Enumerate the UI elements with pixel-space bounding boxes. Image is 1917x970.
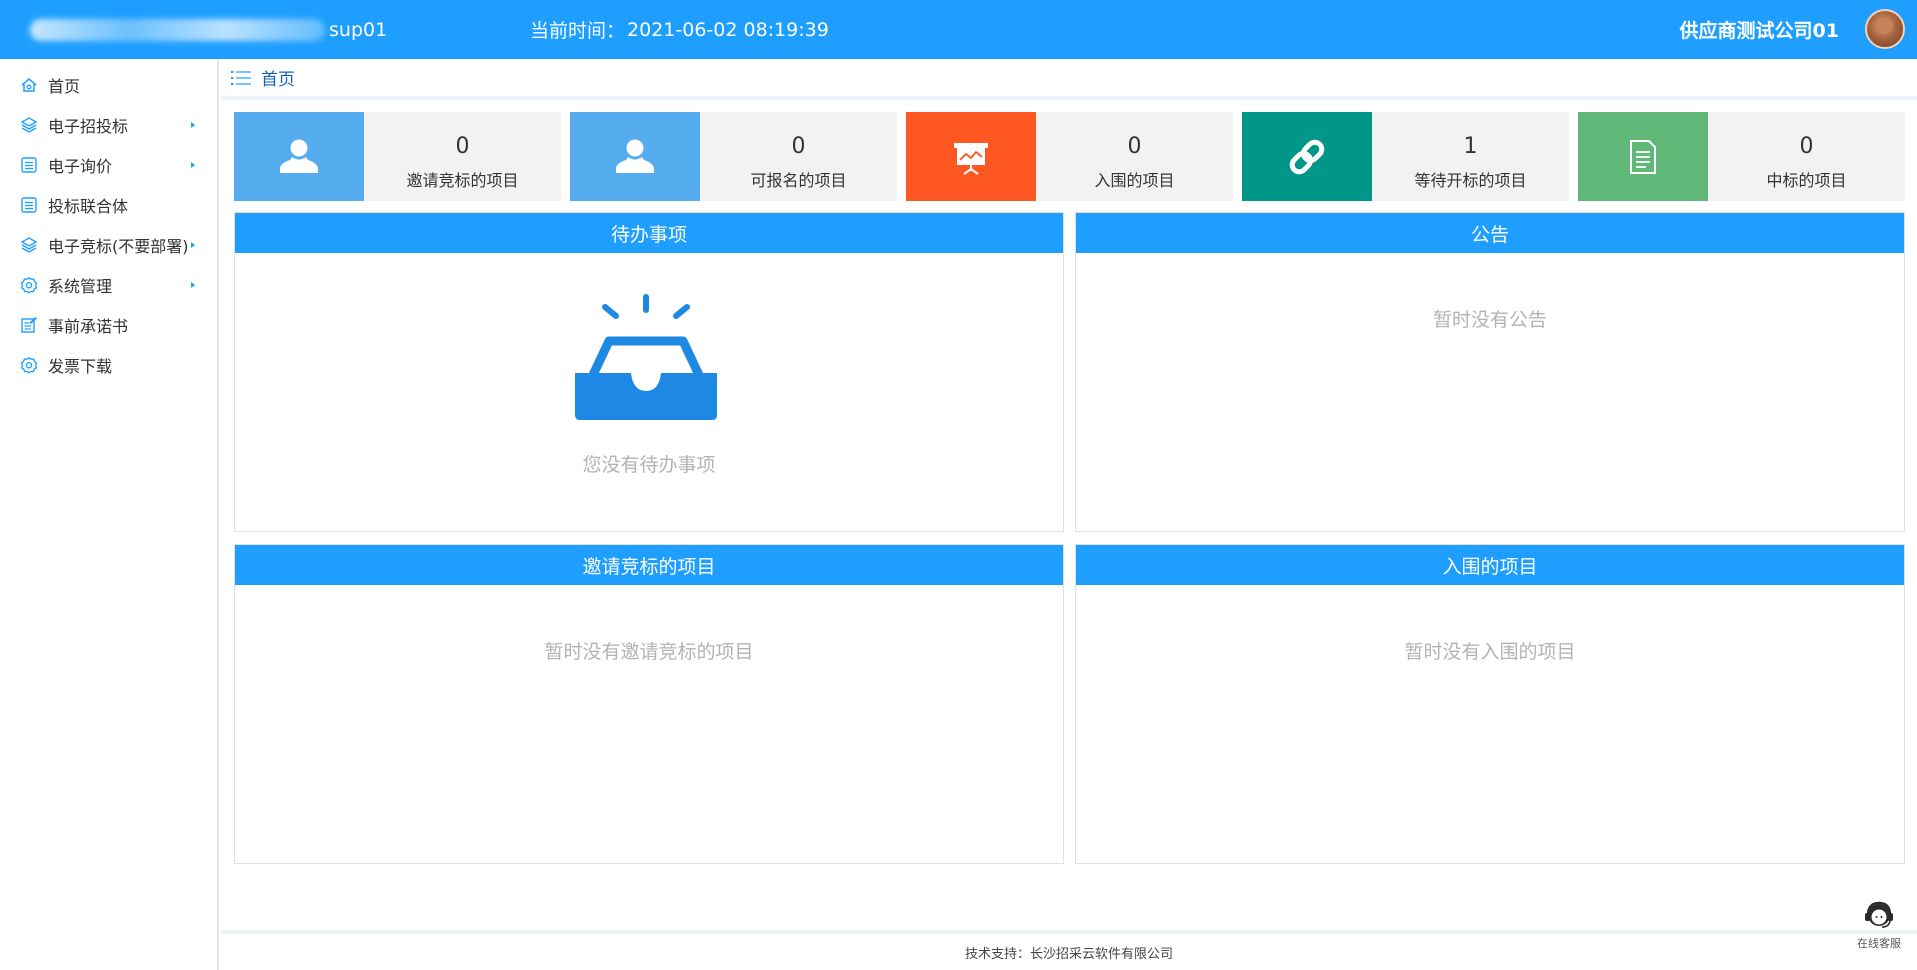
shortlisted-empty-text: 暂时没有入围的项目 xyxy=(1404,641,1576,663)
online-service-button[interactable]: 在线客服 xyxy=(1851,898,1907,951)
current-time-label: 当前时间： xyxy=(530,20,626,42)
sidebar-item-label: 事前承诺书 xyxy=(48,317,129,336)
home-icon xyxy=(20,76,38,94)
sidebar-item-label: 首页 xyxy=(48,77,81,96)
stat-body: 1 等待开标的项目 xyxy=(1372,112,1569,201)
caret-right-icon xyxy=(191,162,195,168)
empty-inbox-icon xyxy=(575,294,717,420)
stat-label: 等待开标的项目 xyxy=(1414,171,1527,190)
presentation-icon xyxy=(954,142,988,175)
stat-value: 0 xyxy=(455,134,470,159)
sidebar-item-system-admin[interactable]: 系统管理 xyxy=(0,265,217,305)
online-service-label: 在线客服 xyxy=(1857,937,1901,950)
todo-panel-title: 待办事项 xyxy=(235,213,1063,253)
current-time-value: 2021-06-02 08:19:39 xyxy=(627,18,829,41)
user-icon xyxy=(616,139,654,173)
todo-panel: 待办事项 您没有待办事项 xyxy=(234,212,1064,532)
list-icon xyxy=(20,196,38,214)
sidebar-item-label: 电子竞标(不要部署) xyxy=(48,237,189,256)
system-brand: sup01 xyxy=(30,0,387,59)
edit-doc-icon xyxy=(20,316,38,334)
stat-body: 0 可报名的项目 xyxy=(700,112,897,201)
stat-body: 0 邀请竞标的项目 xyxy=(364,112,561,201)
main-content: 首页 0 邀请竞标的项目 0 可报名的项目 0 入围的项目 1 等待开标的项目 … xyxy=(221,59,1917,970)
invited-empty-text: 暂时没有邀请竞标的项目 xyxy=(544,641,754,663)
stat-card-shortlisted[interactable]: 0 入围的项目 xyxy=(906,112,1233,201)
footer: 技术支持：长沙招采云软件有限公司 xyxy=(221,930,1917,970)
sidebar-item-label: 电子招投标 xyxy=(48,117,129,136)
gear-icon xyxy=(20,356,38,374)
sidebar-menu: 首页 电子招投标 电子询价 投标联合体 电子竞标(不要部署) 系统管理 事前承诺… xyxy=(0,59,217,385)
stat-value: 0 xyxy=(791,134,806,159)
stat-value: 1 xyxy=(1463,134,1478,159)
sidebar-item-label: 系统管理 xyxy=(48,277,113,296)
invited-projects-panel: 邀请竞标的项目 暂时没有邀请竞标的项目 xyxy=(234,544,1064,864)
document-icon xyxy=(1630,139,1656,174)
sidebar-item-label: 投标联合体 xyxy=(48,197,129,216)
notice-panel-title: 公告 xyxy=(1076,213,1904,253)
breadcrumb: 首页 xyxy=(221,59,1917,100)
stat-body: 0 中标的项目 xyxy=(1708,112,1905,201)
customer-service-icon xyxy=(1865,901,1893,928)
invited-panel-title: 邀请竞标的项目 xyxy=(235,545,1063,585)
notice-panel: 公告 暂时没有公告 xyxy=(1075,212,1905,532)
sidebar: 首页 电子招投标 电子询价 投标联合体 电子竞标(不要部署) 系统管理 事前承诺… xyxy=(0,59,219,970)
link-icon xyxy=(1289,139,1325,174)
sidebar-item-label: 发票下载 xyxy=(48,357,113,376)
notice-empty-text: 暂时没有公告 xyxy=(1432,309,1547,331)
caret-right-icon xyxy=(191,282,195,288)
stat-value: 0 xyxy=(1799,134,1814,159)
stat-icon-box xyxy=(570,112,700,201)
list-menu-icon xyxy=(231,70,251,85)
avatar[interactable] xyxy=(1865,9,1905,49)
layers-icon xyxy=(20,236,38,254)
stat-icon-box xyxy=(234,112,364,201)
stat-label: 中标的项目 xyxy=(1766,171,1847,190)
stat-card-awaiting-opening[interactable]: 1 等待开标的项目 xyxy=(1242,112,1569,201)
stat-icon-box xyxy=(1578,112,1708,201)
blurred-system-name xyxy=(30,18,325,41)
todo-empty-text: 您没有待办事项 xyxy=(582,454,716,476)
stat-label: 入围的项目 xyxy=(1094,171,1175,190)
sidebar-item-home[interactable]: 首页 xyxy=(0,65,217,105)
sidebar-item-e-auction[interactable]: 电子竞标(不要部署) xyxy=(0,225,217,265)
stat-body: 0 入围的项目 xyxy=(1036,112,1233,201)
current-time: 当前时间： 2021-06-02 08:19:39 xyxy=(530,0,829,59)
sidebar-item-commitment-letter[interactable]: 事前承诺书 xyxy=(0,305,217,345)
shortlisted-panel-title: 入围的项目 xyxy=(1076,545,1904,585)
caret-right-icon xyxy=(191,242,195,248)
tech-support-text: 技术支持：长沙招采云软件有限公司 xyxy=(964,946,1173,962)
stat-icon-box xyxy=(1242,112,1372,201)
stat-card-registrable[interactable]: 0 可报名的项目 xyxy=(570,112,897,201)
system-user-code: sup01 xyxy=(329,18,388,41)
sidebar-item-e-bidding[interactable]: 电子招投标 xyxy=(0,105,217,145)
user-icon xyxy=(280,139,318,173)
company-name[interactable]: 供应商测试公司01 xyxy=(1680,0,1839,59)
gear-icon xyxy=(20,276,38,294)
sidebar-item-consortium[interactable]: 投标联合体 xyxy=(0,185,217,225)
sidebar-item-label: 电子询价 xyxy=(48,157,113,176)
sidebar-item-e-inquiry[interactable]: 电子询价 xyxy=(0,145,217,185)
caret-right-icon xyxy=(191,122,195,128)
list-icon xyxy=(20,156,38,174)
stat-icon-box xyxy=(906,112,1036,201)
stat-label: 邀请竞标的项目 xyxy=(406,171,519,190)
layers-icon xyxy=(20,116,38,134)
sidebar-item-invoice-download[interactable]: 发票下载 xyxy=(0,345,217,385)
breadcrumb-current[interactable]: 首页 xyxy=(261,65,295,90)
stat-value: 0 xyxy=(1127,134,1142,159)
stat-card-invited[interactable]: 0 邀请竞标的项目 xyxy=(234,112,561,201)
stat-label: 可报名的项目 xyxy=(750,171,847,190)
stat-card-won[interactable]: 0 中标的项目 xyxy=(1578,112,1905,201)
shortlisted-projects-panel: 入围的项目 暂时没有入围的项目 xyxy=(1075,544,1905,864)
top-header: sup01 当前时间： 2021-06-02 08:19:39 供应商测试公司0… xyxy=(0,0,1917,59)
